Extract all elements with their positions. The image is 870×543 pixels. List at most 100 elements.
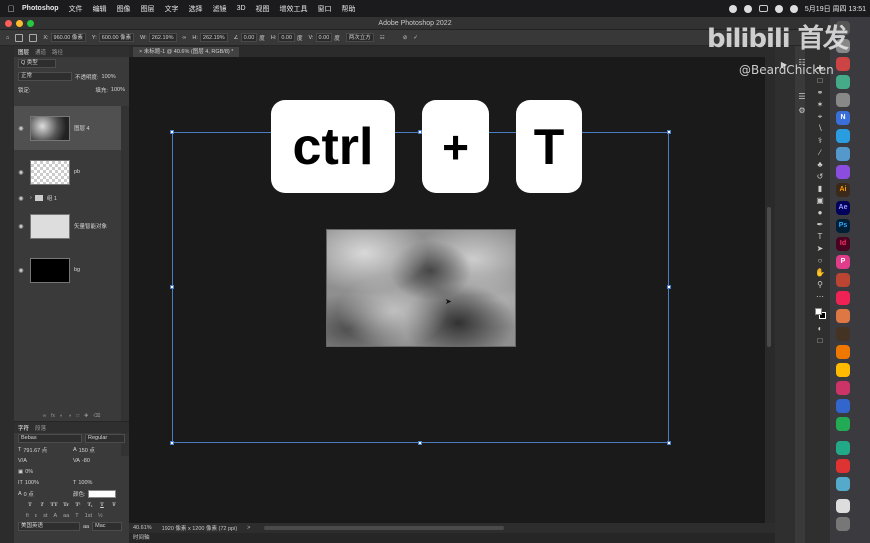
tab-channels[interactable]: 通道 [35, 48, 46, 56]
y-field[interactable]: 600.00 像素 [98, 33, 135, 42]
font-family-select[interactable]: Bebas [18, 434, 82, 443]
control-center-icon[interactable] [789, 4, 798, 13]
timeline-panel-tab[interactable]: 时间轴 [129, 533, 775, 543]
properties-icon[interactable]: ⚙ [797, 106, 807, 116]
adjustment-icon[interactable]: ◑ [68, 413, 71, 419]
dock-app-icon[interactable] [836, 459, 850, 473]
new-layer-icon[interactable]: ✚ [84, 413, 88, 419]
font-size-field[interactable]: 791.67 点 [23, 446, 47, 454]
reference-point-icon[interactable] [29, 33, 38, 42]
menubar-datetime[interactable]: 5月19日 周四 13:51 [805, 4, 866, 14]
cancel-icon[interactable]: ⊘ [403, 35, 408, 41]
menu-file[interactable]: 文件 [69, 4, 83, 14]
all-caps-button[interactable]: TT [50, 502, 58, 508]
language-select[interactable]: 美国英语 [18, 522, 80, 531]
menu-window[interactable]: 窗口 [318, 4, 332, 14]
eye-icon[interactable]: ◉ [14, 195, 28, 202]
type-tool-icon[interactable]: T [815, 232, 825, 242]
chevron-right-icon[interactable]: › [30, 195, 32, 201]
menu-3d[interactable]: 3D [237, 5, 246, 12]
dock-app-icon[interactable] [836, 363, 850, 377]
screen-mode-icon[interactable]: □ [815, 336, 825, 346]
quick-mask-icon[interactable]: ◐ [815, 324, 825, 334]
dock-app-icon[interactable]: N [836, 111, 850, 125]
history-brush-icon[interactable]: ↺ [815, 172, 825, 182]
dock-illustrator-icon[interactable]: Ai [836, 183, 850, 197]
lasso-tool-icon[interactable]: ⚭ [815, 88, 825, 98]
healing-brush-icon[interactable]: ⚕ [815, 136, 825, 146]
tracking-field[interactable]: -80 [82, 458, 90, 464]
dock-app-icon[interactable] [836, 147, 850, 161]
stylistic-icon[interactable]: aa [63, 513, 69, 519]
commit-check-icon[interactable]: ✓ [413, 35, 418, 41]
transform-handle-tl[interactable] [170, 130, 174, 134]
text-color-swatch[interactable] [87, 489, 116, 498]
opacity-value[interactable]: 100% [102, 74, 116, 80]
layer-row[interactable]: ◉ pb [14, 150, 121, 194]
layer-filter-select[interactable]: Q 类型 [18, 59, 56, 68]
transform-handle-r[interactable] [667, 285, 671, 289]
transform-handle-br[interactable] [667, 441, 671, 445]
trash-icon[interactable]: ⌫ [93, 413, 100, 419]
faux-italic-button[interactable]: T [38, 502, 46, 508]
menu-image[interactable]: 图像 [117, 4, 131, 14]
titling-icon[interactable]: T [75, 513, 78, 519]
vskew-field[interactable]: 0.00 [315, 33, 333, 42]
dock-app-icon[interactable] [836, 273, 850, 287]
dock-aftereffects-icon[interactable]: Ae [836, 201, 850, 215]
brush-tool-icon[interactable]: ∕ [815, 148, 825, 158]
antialias-select[interactable]: Mac [92, 522, 123, 531]
dock-indesign-icon[interactable]: Id [836, 237, 850, 251]
dock-app-icon[interactable] [836, 291, 850, 305]
more-tools-icon[interactable]: ⋯ [815, 292, 825, 302]
clone-stamp-icon[interactable]: ♣ [815, 160, 825, 170]
height-field[interactable]: 262.19% [199, 33, 228, 42]
underline-button[interactable]: T [98, 502, 106, 508]
layer-name[interactable]: bg [74, 267, 80, 273]
dock-app-icon[interactable] [836, 345, 850, 359]
layer-row[interactable]: ◉ 图层 4 [14, 106, 121, 150]
eye-icon[interactable]: ◉ [14, 169, 28, 176]
tab-character[interactable]: 字符 [18, 424, 29, 432]
hskew-field[interactable]: 0.00 [278, 33, 296, 42]
fill-value[interactable]: 100% [111, 87, 125, 93]
dock-app-icon[interactable] [836, 399, 850, 413]
eyedropper-icon[interactable]: ∖ [815, 124, 825, 134]
contextual-icon[interactable]: ϵ [35, 513, 37, 519]
crop-tool-icon[interactable]: ⌖ [815, 112, 825, 122]
link-icon[interactable]: ∞ [183, 35, 187, 41]
dock-app-icon[interactable]: P [836, 255, 850, 269]
status-icon[interactable] [743, 4, 752, 13]
new-group-icon[interactable]: □ [76, 413, 79, 419]
hand-tool-icon[interactable]: ✋ [815, 268, 825, 278]
gradient-tool-icon[interactable]: ▣ [815, 196, 825, 206]
layer-row[interactable]: ◉ 矢量智能对象 [14, 204, 121, 248]
hscale-field[interactable]: 100% [78, 480, 92, 486]
dock-app-icon[interactable] [836, 441, 850, 455]
x-field[interactable]: 960.00 像素 [50, 33, 86, 42]
menu-select[interactable]: 选择 [189, 4, 203, 14]
eye-icon[interactable]: ◉ [14, 267, 28, 274]
rotate-field[interactable]: 0.00 [240, 33, 258, 42]
dock-trash-icon[interactable] [836, 517, 850, 531]
strikethrough-button[interactable]: Ŧ [110, 502, 118, 508]
move-tool-icon[interactable] [15, 33, 24, 42]
warp-icon[interactable]: ☷ [380, 35, 385, 41]
eye-icon[interactable]: ◉ [14, 125, 28, 132]
layers-scrollbar[interactable] [121, 106, 129, 456]
eye-icon[interactable]: ◉ [14, 223, 28, 230]
magic-wand-icon[interactable]: ✶ [815, 100, 825, 110]
home-icon[interactable]: ⌂ [6, 35, 9, 41]
width-field[interactable]: 262.19% [148, 33, 177, 42]
zoom-window-button[interactable] [27, 20, 34, 27]
baseline-field[interactable]: 0 点 [24, 490, 34, 498]
document-tab[interactable]: × 未标题-1 @ 40.6% (图层 4, RGB/8) * [133, 47, 240, 57]
path-selection-icon[interactable]: ➤ [815, 244, 825, 254]
dock-app-icon[interactable] [836, 57, 850, 71]
dock-document-icon[interactable] [836, 499, 850, 513]
fraction-icon[interactable]: ½ [98, 513, 103, 519]
menu-layer[interactable]: 图层 [141, 4, 155, 14]
mask-icon[interactable]: ◐ [60, 413, 63, 419]
ordinal-icon[interactable]: 1st [85, 513, 92, 519]
layer-name[interactable]: pb [74, 169, 80, 175]
